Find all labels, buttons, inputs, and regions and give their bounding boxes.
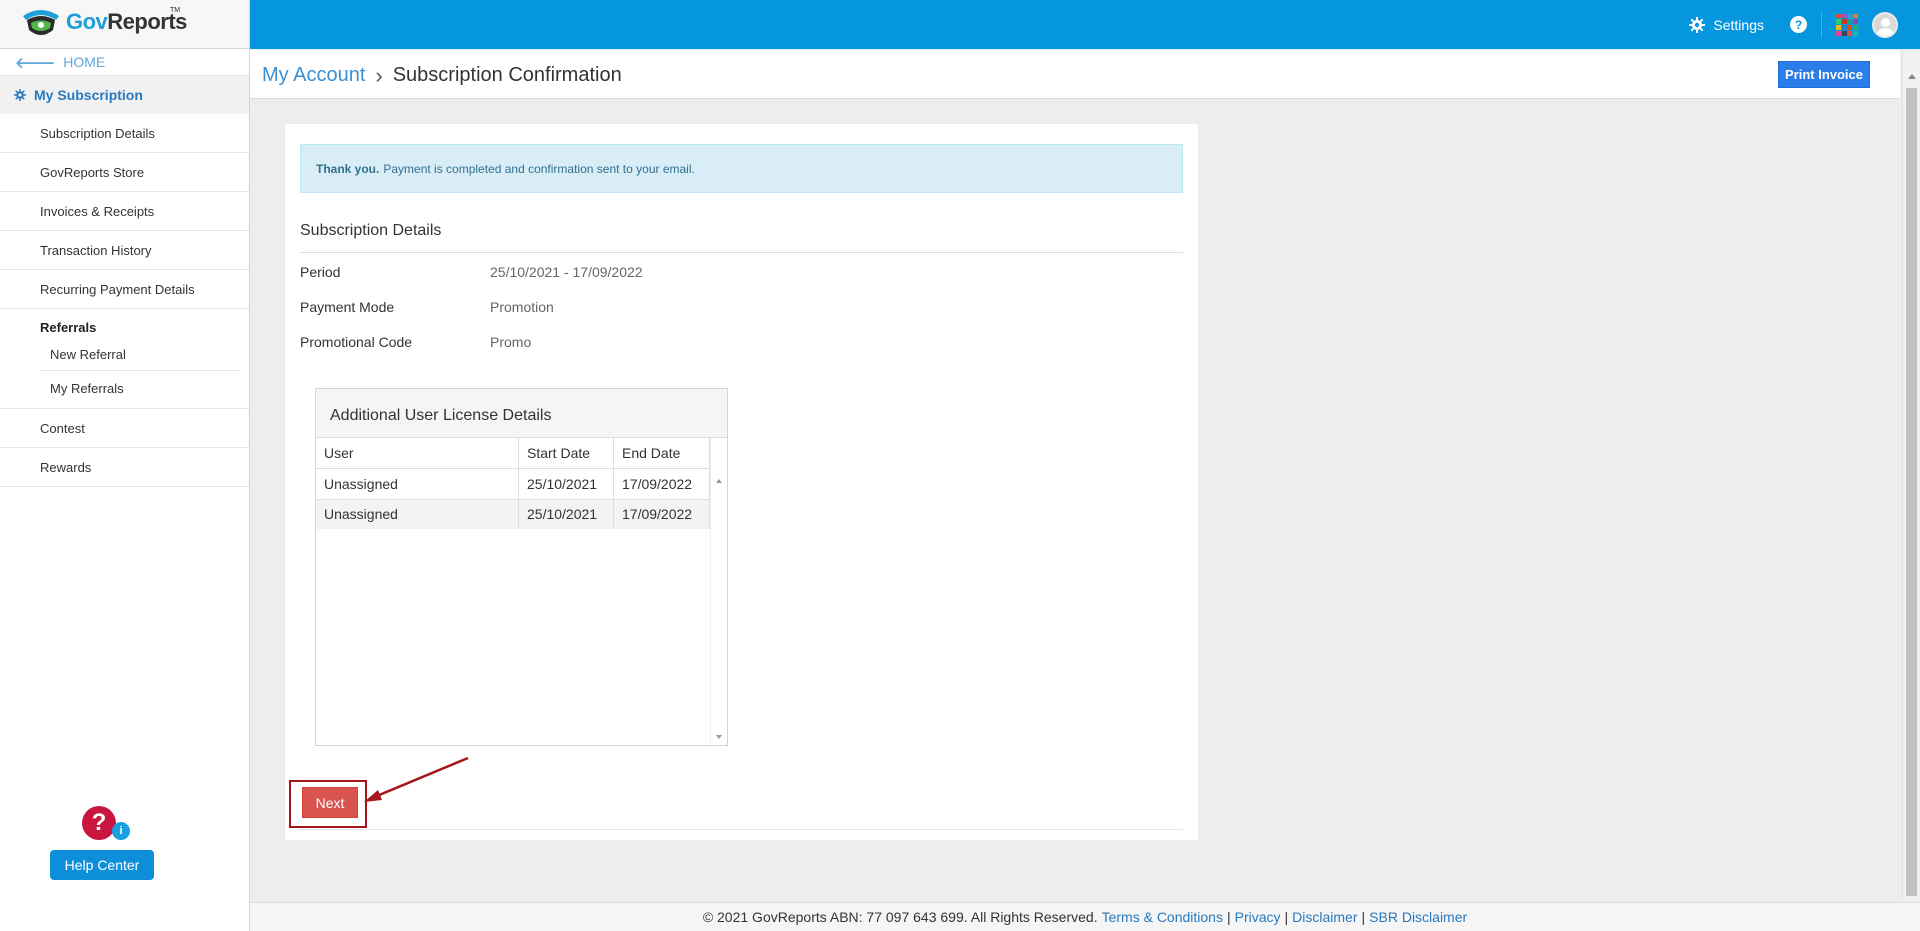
detail-label: Promotional Code bbox=[300, 334, 413, 350]
help-center-button[interactable]: Help Center bbox=[50, 850, 154, 880]
scroll-down-icon[interactable] bbox=[716, 735, 722, 739]
detail-label: Period bbox=[300, 264, 341, 280]
footer-link-sbr-disclaimer[interactable]: SBR Disclaimer bbox=[1369, 909, 1467, 925]
section-divider bbox=[300, 252, 1183, 253]
column-header-start-date[interactable]: Start Date bbox=[519, 438, 614, 468]
sidebar-home-link[interactable]: 🡐 HOME bbox=[0, 49, 249, 76]
footer-copyright: © 2021 GovReports ABN: 77 097 643 699. A… bbox=[702, 909, 1098, 925]
scroll-up-icon[interactable] bbox=[1908, 74, 1916, 79]
alert-text: Payment is completed and confirmation se… bbox=[383, 161, 695, 176]
success-alert: Thank you. Payment is completed and conf… bbox=[300, 144, 1183, 193]
chevron-right-icon: › bbox=[375, 62, 383, 88]
gear-icon bbox=[1689, 16, 1706, 33]
page-scrollbar[interactable] bbox=[1902, 50, 1920, 901]
sidebar: 🡐 HOME My Subscription Subscription Deta… bbox=[0, 49, 250, 931]
breadcrumb-my-account[interactable]: My Account bbox=[262, 64, 365, 87]
page-header: My Account › Subscription Confirmation P… bbox=[250, 50, 1900, 99]
sidebar-item-contest[interactable]: Contest bbox=[0, 409, 249, 448]
sidebar-section-my-subscription[interactable]: My Subscription bbox=[0, 76, 249, 114]
sidebar-item-rewards[interactable]: Rewards bbox=[0, 448, 249, 487]
home-label: HOME bbox=[63, 54, 106, 70]
footer-separator: | bbox=[1226, 909, 1231, 925]
scroll-up-icon[interactable] bbox=[716, 479, 722, 483]
sidebar-group-referrals: Referrals New Referral My Referrals bbox=[0, 309, 249, 409]
help-icon[interactable]: ? bbox=[1790, 16, 1807, 33]
detail-value: 25/10/2021 - 17/09/2022 bbox=[490, 264, 643, 280]
cell-user: Unassigned bbox=[316, 499, 519, 529]
apps-grid-icon[interactable] bbox=[1836, 13, 1858, 36]
next-button[interactable]: Next bbox=[302, 787, 358, 818]
sidebar-item-invoices-receipts[interactable]: Invoices & Receipts bbox=[0, 192, 249, 231]
sidebar-item-my-referrals[interactable]: My Referrals bbox=[40, 371, 241, 406]
arrow-left-icon: 🡐 bbox=[15, 54, 56, 72]
detail-value: Promotion bbox=[490, 299, 554, 315]
cell-end-date: 17/09/2022 bbox=[614, 469, 710, 499]
help-center[interactable]: ? i Help Center bbox=[50, 806, 154, 880]
cell-start-date: 25/10/2021 bbox=[519, 499, 614, 529]
alert-bold: Thank you. bbox=[316, 161, 380, 176]
footer-link-disclaimer[interactable]: Disclaimer bbox=[1292, 909, 1357, 925]
scrollbar-thumb[interactable] bbox=[1906, 88, 1917, 896]
license-details-panel: Additional User License Details User Sta… bbox=[315, 388, 728, 746]
table-row[interactable]: Unassigned 25/10/2021 17/09/2022 bbox=[316, 499, 710, 529]
footer-link-privacy[interactable]: Privacy bbox=[1235, 909, 1281, 925]
license-table: User Start Date End Date Unassigned 25/1… bbox=[316, 438, 710, 529]
confirmation-card: Thank you. Payment is completed and conf… bbox=[285, 124, 1198, 840]
detail-value: Promo bbox=[490, 334, 532, 350]
logo-text: GovReports bbox=[66, 9, 187, 34]
footer-link-terms[interactable]: Terms & Conditions bbox=[1102, 909, 1223, 925]
card-divider bbox=[300, 829, 1183, 830]
logo[interactable]: GovReports TM bbox=[0, 0, 250, 49]
sidebar-item-subscription-details[interactable]: Subscription Details bbox=[0, 114, 249, 153]
print-invoice-button[interactable]: Print Invoice bbox=[1778, 61, 1870, 88]
table-header-row: User Start Date End Date bbox=[316, 438, 710, 469]
settings-label: Settings bbox=[1713, 16, 1764, 33]
sidebar-item-govreports-store[interactable]: GovReports Store bbox=[0, 153, 249, 192]
column-header-user[interactable]: User bbox=[316, 438, 519, 468]
section-label: My Subscription bbox=[34, 87, 143, 103]
footer-separator: | bbox=[1284, 909, 1289, 925]
cell-start-date: 25/10/2021 bbox=[519, 469, 614, 499]
section-title: Subscription Details bbox=[300, 222, 442, 239]
cell-user: Unassigned bbox=[316, 469, 519, 499]
gear-icon bbox=[14, 89, 26, 101]
breadcrumb: My Account › Subscription Confirmation bbox=[262, 64, 622, 87]
help-center-icon: ? i bbox=[82, 806, 136, 846]
sidebar-item-recurring-payment-details[interactable]: Recurring Payment Details bbox=[0, 270, 249, 309]
cell-end-date: 17/09/2022 bbox=[614, 499, 710, 529]
annotation-arrow-icon bbox=[364, 756, 469, 802]
settings-link[interactable]: Settings bbox=[1689, 16, 1764, 33]
footer: © 2021 GovReports ABN: 77 097 643 699. A… bbox=[250, 902, 1920, 931]
page-title: Subscription Confirmation bbox=[392, 64, 622, 86]
column-header-end-date[interactable]: End Date bbox=[614, 438, 710, 468]
top-bar: GovReports TM Settings ? bbox=[0, 0, 1920, 49]
sidebar-item-transaction-history[interactable]: Transaction History bbox=[0, 231, 249, 270]
detail-label: Payment Mode bbox=[300, 299, 395, 315]
table-bottom-border bbox=[316, 499, 710, 500]
topbar-divider bbox=[1821, 11, 1822, 38]
logo-icon bbox=[23, 10, 59, 35]
table-row[interactable]: Unassigned 25/10/2021 17/09/2022 bbox=[316, 469, 710, 499]
referrals-title: Referrals bbox=[40, 320, 97, 335]
table-scrollbar[interactable] bbox=[710, 438, 727, 745]
footer-separator: | bbox=[1361, 909, 1366, 925]
user-avatar[interactable] bbox=[1872, 11, 1898, 38]
logo-trademark: TM bbox=[170, 7, 181, 14]
license-panel-title: Additional User License Details bbox=[316, 389, 727, 438]
sidebar-item-new-referral[interactable]: New Referral bbox=[40, 339, 241, 371]
